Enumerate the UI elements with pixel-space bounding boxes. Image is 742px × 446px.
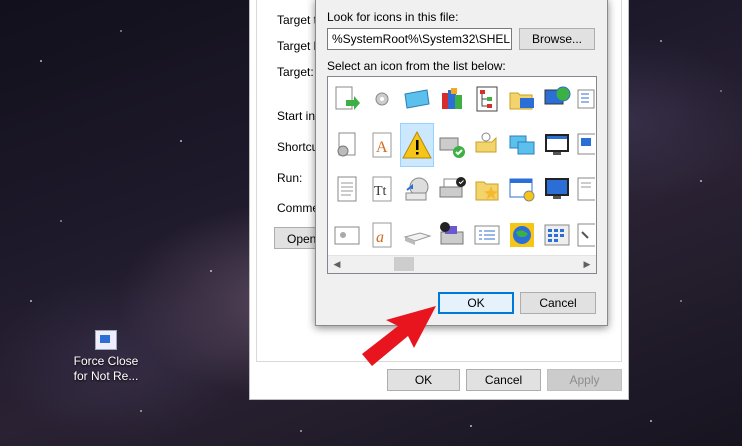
settings-window-icon[interactable]	[330, 215, 364, 255]
browse-button[interactable]: Browse...	[519, 28, 595, 50]
red-pointer-arrow-icon	[362, 306, 436, 366]
svg-text:A: A	[376, 139, 388, 156]
properties-apply-button[interactable]: Apply	[547, 369, 622, 391]
network-check-icon[interactable]	[435, 125, 469, 165]
favorites-folder-icon[interactable]	[470, 169, 504, 209]
shortcut-label-line1: Force Close	[73, 354, 139, 368]
programs-icon[interactable]	[435, 79, 469, 119]
gear-icon[interactable]	[365, 79, 399, 119]
shortcut-label-line2: for Not Re...	[73, 369, 139, 383]
scrollbar-thumb[interactable]	[394, 257, 414, 271]
desktop-shortcut[interactable]: Force Close for Not Re...	[66, 330, 146, 384]
window-gear-icon[interactable]	[505, 169, 539, 209]
globe-icon[interactable]	[505, 215, 539, 255]
icon-list[interactable]: A Tt a ◀ ▶	[327, 76, 597, 274]
partial-document-icon[interactable]	[575, 169, 595, 209]
truetype-font-icon[interactable]: Tt	[365, 169, 399, 209]
font-icon[interactable]: A	[365, 125, 399, 165]
monitor-window-icon[interactable]	[540, 125, 574, 165]
change-icon-ok-button[interactable]: OK	[438, 292, 514, 314]
network-folder-icon[interactable]	[470, 125, 504, 165]
partial-window-icon[interactable]	[575, 125, 595, 165]
scroll-right-icon[interactable]: ▶	[582, 259, 592, 269]
shortcut-icon	[95, 330, 117, 350]
change-icon-cancel-button[interactable]: Cancel	[520, 292, 596, 314]
open-file-location-button[interactable]: Open	[274, 227, 320, 249]
fax-printer-icon[interactable]	[435, 215, 469, 255]
document-arrow-icon[interactable]	[330, 79, 364, 119]
icon-file-path-input[interactable]: %SystemRoot%\System32\SHELL32.dll	[327, 28, 512, 50]
calculator-grid-icon[interactable]	[540, 215, 574, 255]
drive-icon[interactable]	[400, 215, 434, 255]
change-icon-dialog: Look for icons in this file: %SystemRoot…	[315, 0, 608, 326]
folder-computer-icon[interactable]	[505, 79, 539, 119]
network-globe-icon[interactable]	[540, 79, 574, 119]
printer-icon[interactable]	[435, 169, 469, 209]
font-a-icon[interactable]: a	[365, 215, 399, 255]
svg-text:Tt: Tt	[374, 184, 387, 199]
monitor-icon[interactable]	[540, 169, 574, 209]
properties-cancel-button[interactable]: Cancel	[466, 369, 541, 391]
look-for-icons-label: Look for icons in this file:	[327, 10, 459, 24]
partial-arrow-icon[interactable]	[575, 215, 595, 255]
monitors-icon[interactable]	[505, 125, 539, 165]
icon-list-horizontal-scrollbar[interactable]: ◀ ▶	[328, 255, 596, 273]
warning-icon[interactable]	[400, 123, 434, 167]
disc-drive-icon[interactable]	[400, 169, 434, 209]
partial-list-icon[interactable]	[575, 79, 595, 119]
svg-text:a: a	[376, 229, 384, 246]
checklist-icon[interactable]	[470, 215, 504, 255]
display-icon[interactable]	[400, 79, 434, 119]
tree-view-icon[interactable]	[470, 79, 504, 119]
select-icon-label: Select an icon from the list below:	[327, 59, 506, 73]
scroll-left-icon[interactable]: ◀	[332, 259, 342, 269]
gear-document-icon[interactable]	[330, 125, 364, 165]
text-document-icon[interactable]	[330, 169, 364, 209]
